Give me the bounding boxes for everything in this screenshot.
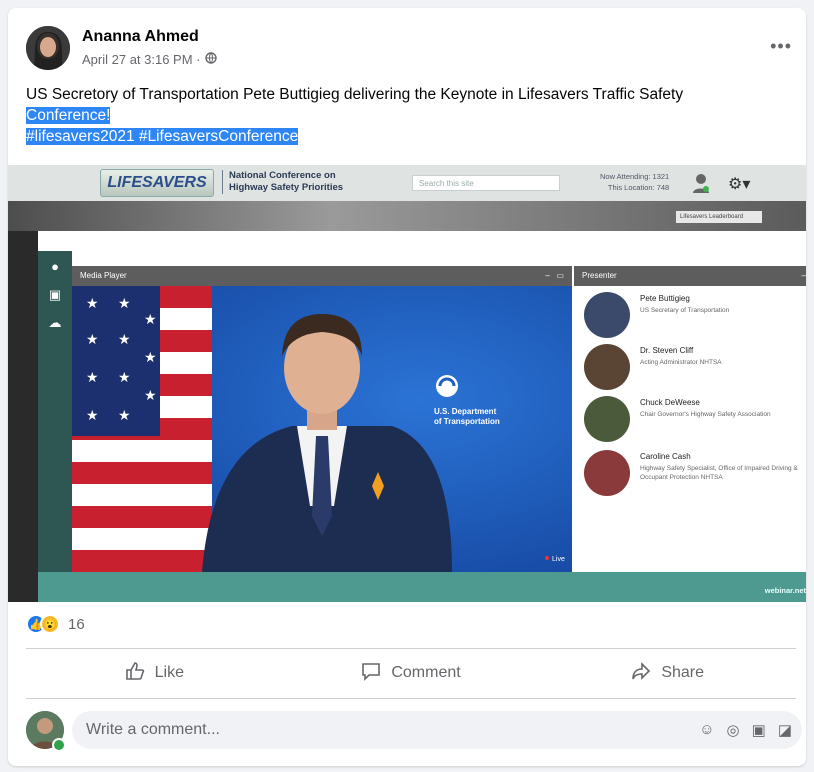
post-hashtags[interactable]: #lifesavers2021 #LifesaversConference (26, 128, 299, 145)
comment-input[interactable]: Write a comment... ☺ ◎ ▣ ◪ (72, 711, 802, 749)
webinar-footer: webinar.net (38, 572, 806, 602)
svg-text:★: ★ (118, 296, 131, 312)
share-label: Share (661, 664, 705, 681)
gear-icon: ⚙▾ (728, 176, 751, 193)
svg-text:★: ★ (144, 388, 157, 404)
presenter-photo (584, 292, 630, 338)
facebook-post: Ananna Ahmed April 27 at 3:16 PM · ••• U… (8, 8, 806, 766)
online-status-icon (52, 738, 66, 752)
left-rail: ● ▣ ☁ W (38, 251, 72, 602)
presenter-name: Caroline Cash (640, 452, 691, 461)
post-time[interactable]: April 27 at 3:16 PM · (82, 52, 201, 67)
dot-label-line1: U.S. Department (434, 407, 497, 416)
share-icon (631, 661, 651, 686)
site-header: LIFESAVERS National Conference on Highwa… (8, 165, 806, 201)
presenter-photo (584, 396, 630, 442)
webinar-brand: webinar.net (764, 586, 806, 595)
thumbs-up-icon (125, 661, 145, 686)
lifesavers-logo: LIFESAVERS (100, 169, 214, 197)
conference-title: National Conference on Highway Safety Pr… (222, 170, 343, 194)
svg-text:★: ★ (118, 332, 131, 348)
record-icon: ● (51, 259, 59, 274)
live-label: Live (552, 556, 565, 563)
leaderboard-button: Lifesavers Leaderboard (676, 211, 762, 223)
post-text-line2: Conference! (26, 107, 111, 124)
reaction-summary[interactable]: 👍 😮 16 (26, 614, 85, 634)
attendance-info: Now Attending: 1321 This Location: 748 (600, 171, 669, 193)
post-text: US Secretory of Transportation Pete Butt… (26, 84, 796, 147)
presenter-item: Dr. Steven Cliff Acting Administrator NH… (584, 344, 806, 394)
camera-icon[interactable]: ◎ (727, 721, 740, 739)
video-frame: ★ ★ ★ ★ ★ ★ ★ ★ ★ ★ ★ U.S. Department of… (72, 286, 572, 572)
globe-icon (204, 52, 217, 67)
author-avatar[interactable] (26, 26, 70, 70)
presenter-item: Chuck DeWeese Chair Governor's Highway S… (584, 396, 806, 446)
svg-text:★: ★ (86, 296, 99, 312)
sticker-icon[interactable]: ◪ (778, 721, 792, 739)
presenter-list: Pete Buttigieg US Secretary of Transport… (574, 286, 806, 572)
comment-placeholder: Write a comment... (86, 721, 220, 738)
comment-button[interactable]: Comment (283, 653, 540, 693)
presenter-header: Presenter – (574, 266, 806, 286)
presenter-role: Chair Governor's Highway Safety Associat… (640, 411, 771, 418)
presenter-name: Chuck DeWeese (640, 398, 700, 407)
location-count: This Location: 748 (607, 183, 670, 192)
emoji-icon[interactable]: ☺ (699, 721, 714, 739)
cloud-icon: ☁ (48, 315, 62, 330)
svg-text:★: ★ (144, 312, 157, 328)
dot-label-line2: of Transportation (434, 417, 500, 426)
presenter-item: Pete Buttigieg US Secretary of Transport… (584, 292, 806, 342)
svg-text:★: ★ (86, 332, 99, 348)
site-search-input: Search this site (412, 175, 560, 191)
svg-text:★: ★ (86, 408, 99, 424)
comment-tools: ☺ ◎ ▣ ◪ (699, 721, 792, 739)
svg-text:★: ★ (118, 408, 131, 424)
more-options-icon[interactable]: ••• (770, 36, 792, 57)
presenter-title: Presenter (582, 271, 617, 280)
svg-text:★: ★ (144, 350, 157, 366)
divider (26, 698, 796, 699)
conference-line2: Highway Safety Priorities (229, 182, 344, 193)
presenter-role: Highway Safety Specialist, Office of Imp… (640, 465, 798, 481)
share-button[interactable]: Share (539, 653, 796, 693)
slides-icon: ▣ (48, 287, 62, 302)
presenter-photo (584, 344, 630, 390)
conference-line1: National Conference on (229, 170, 336, 181)
presenter-role: US Secretary of Transportation (640, 307, 730, 314)
comment-icon (361, 661, 381, 686)
comment-label: Comment (391, 664, 461, 681)
user-icon (692, 173, 710, 193)
like-button[interactable]: Like (26, 653, 283, 693)
wow-reaction-icon: 😮 (40, 614, 60, 634)
svg-text:★: ★ (118, 370, 131, 386)
post-meta: April 27 at 3:16 PM · (82, 52, 217, 67)
presenter-item: Caroline Cash Highway Safety Specialist,… (584, 450, 806, 500)
presenter-photo (584, 450, 630, 496)
attached-screenshot[interactable]: LIFESAVERS National Conference on Highwa… (8, 165, 806, 602)
divider (26, 648, 796, 649)
attending-count: Now Attending: 1321 (600, 172, 670, 181)
post-actions: Like Comment Share (26, 653, 796, 693)
media-player-title: Media Player (80, 271, 127, 280)
post-text-line1: US Secretory of Transportation Pete Butt… (26, 86, 684, 103)
presenter-role: Acting Administrator NHTSA (640, 359, 722, 366)
like-label: Like (154, 664, 185, 681)
presenter-name: Pete Buttigieg (640, 294, 690, 303)
svg-text:★: ★ (86, 370, 99, 386)
window-controls-icon: – ▭ (545, 271, 564, 280)
media-player-header: Media Player – ▭ (72, 266, 572, 286)
gif-icon[interactable]: ▣ (752, 721, 766, 739)
minimize-icon: – (801, 271, 806, 280)
reaction-count[interactable]: 16 (68, 616, 85, 633)
presenter-name: Dr. Steven Cliff (640, 346, 694, 355)
author-name[interactable]: Ananna Ahmed (82, 28, 199, 46)
